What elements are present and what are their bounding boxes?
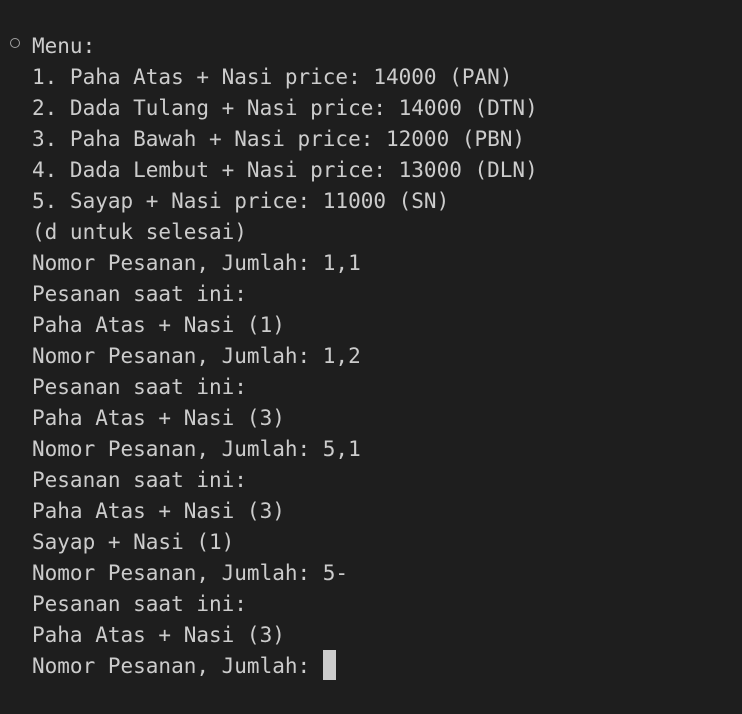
terminal-panel[interactable]: Menu: 1. Paha Atas + Nasi price: 14000 (… <box>0 0 742 714</box>
input-prompt: Nomor Pesanan, Jumlah: <box>32 654 323 678</box>
terminal-line: 2. Dada Tulang + Nasi price: 14000 (DTN) <box>32 96 538 120</box>
terminal-line: Pesanan saat ini: <box>32 282 247 306</box>
terminal-input-line[interactable]: Nomor Pesanan, Jumlah: <box>32 650 538 682</box>
terminal-line: Paha Atas + Nasi (1) <box>32 313 285 337</box>
terminal-line: Paha Atas + Nasi (3) <box>32 406 285 430</box>
terminal-line: Nomor Pesanan, Jumlah: 1,2 <box>32 344 361 368</box>
terminal-line: Pesanan saat ini: <box>32 468 247 492</box>
terminal-line: (d untuk selesai) <box>32 220 247 244</box>
text-cursor <box>322 650 336 680</box>
terminal-line: Nomor Pesanan, Jumlah: 5- <box>32 561 349 585</box>
terminal-line: 4. Dada Lembut + Nasi price: 13000 (DLN) <box>32 158 538 182</box>
terminal-line: Menu: <box>32 34 96 58</box>
terminal-line: Pesanan saat ini: <box>32 375 247 399</box>
terminal-line: Sayap + Nasi (1) <box>32 530 235 554</box>
command-status-circle-icon <box>10 38 20 48</box>
terminal-line: Paha Atas + Nasi (3) <box>32 623 285 647</box>
terminal-line: 3. Paha Bawah + Nasi price: 12000 (PBN) <box>32 127 526 151</box>
terminal-output: Menu: 1. Paha Atas + Nasi price: 14000 (… <box>32 31 538 682</box>
terminal-line: Pesanan saat ini: <box>32 592 247 616</box>
terminal-line: Paha Atas + Nasi (3) <box>32 499 285 523</box>
terminal-line: 1. Paha Atas + Nasi price: 14000 (PAN) <box>32 65 513 89</box>
terminal-line: Nomor Pesanan, Jumlah: 1,1 <box>32 251 361 275</box>
terminal-line: Nomor Pesanan, Jumlah: 5,1 <box>32 437 361 461</box>
terminal-line: 5. Sayap + Nasi price: 11000 (SN) <box>32 189 450 213</box>
